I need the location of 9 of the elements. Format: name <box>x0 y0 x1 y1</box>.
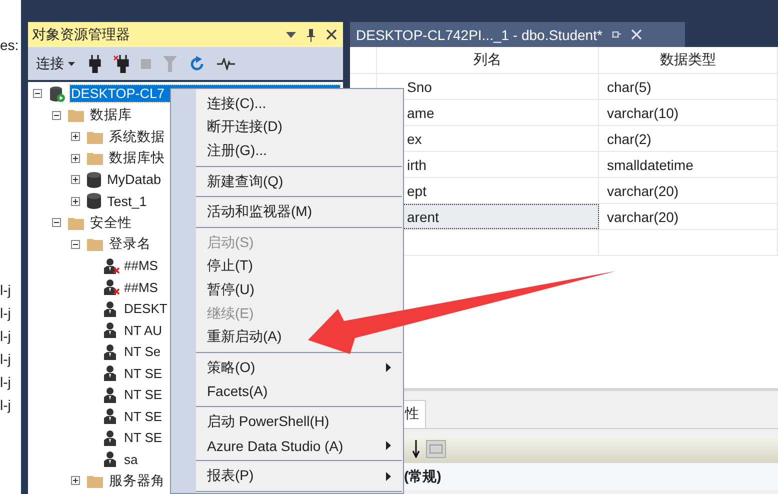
background-text: l-j <box>0 327 12 346</box>
background-text: l-j <box>0 281 12 300</box>
background-text: l-j <box>0 396 12 415</box>
category-label: (常规) <box>404 468 442 486</box>
background-text: es: <box>0 37 20 53</box>
background-text: l-j <box>0 373 12 392</box>
background-text: l-j <box>0 350 12 369</box>
panel-title: 对象资源管理器 <box>32 26 130 44</box>
background-text: l-j <box>0 304 12 323</box>
